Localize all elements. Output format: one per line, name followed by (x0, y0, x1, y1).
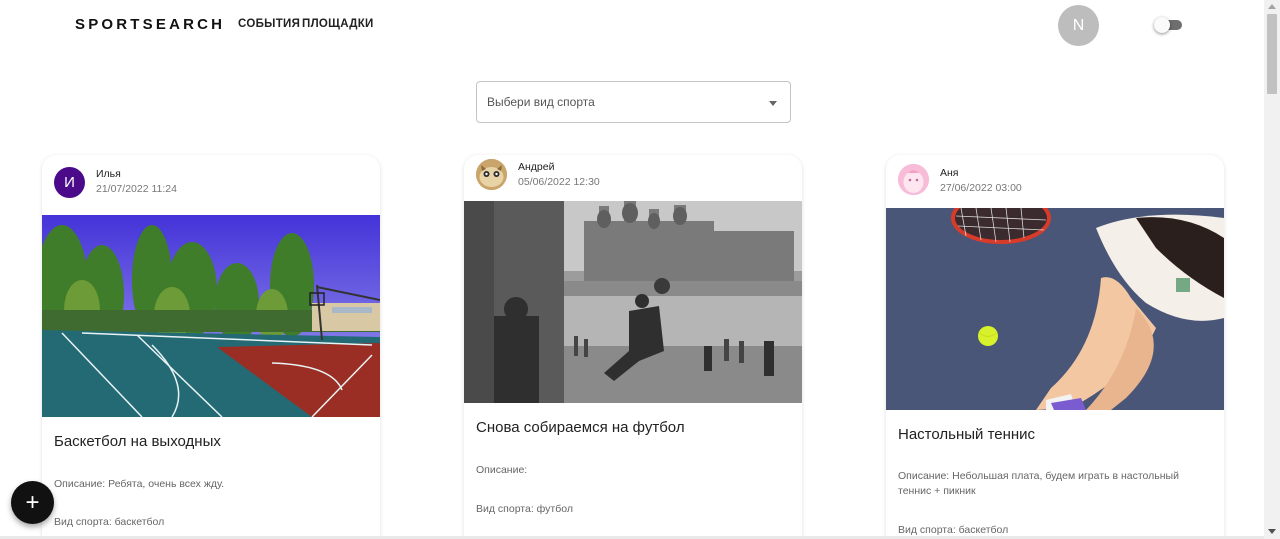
toggle-thumb (1154, 17, 1170, 33)
chevron-down-icon (769, 101, 777, 106)
scroll-down-icon[interactable] (1268, 529, 1276, 534)
event-sport-type: Вид спорта: баскетбол (898, 524, 1009, 536)
event-image (464, 201, 802, 403)
author-avatar: И (54, 167, 85, 198)
event-author: Илья (96, 168, 121, 180)
event-card[interactable]: Аня 27/06/2022 03:00 Настольный теннис О… (886, 155, 1224, 539)
event-card[interactable]: И Илья 21/07/2022 11:24 Баскетбол на вых… (42, 155, 380, 539)
event-sport-type: Вид спорта: футбол (476, 503, 573, 515)
event-title: Снова собираемся на футбол (476, 419, 685, 436)
event-date: 21/07/2022 11:24 (96, 183, 177, 195)
event-title: Баскетбол на выходных (54, 433, 221, 450)
event-title: Настольный теннис (898, 426, 1036, 443)
app-logo[interactable]: SPORTSEARCH (75, 16, 225, 33)
event-image (886, 208, 1224, 410)
sport-select-placeholder: Выбери вид спорта (487, 95, 595, 109)
author-avatar (476, 159, 507, 190)
user-avatar[interactable]: N (1058, 5, 1099, 46)
nav-venues-link[interactable]: ПЛОЩАДКИ (302, 18, 374, 30)
sport-type-select[interactable]: Выбери вид спорта (476, 81, 791, 123)
event-sport-type: Вид спорта: баскетбол (54, 516, 165, 528)
event-author: Андрей (518, 161, 555, 173)
event-date: 05/06/2022 12:30 (518, 176, 600, 188)
page-scrollbar[interactable] (1264, 0, 1280, 539)
event-image (42, 215, 380, 417)
event-description: Описание: (476, 464, 528, 476)
scrollbar-thumb[interactable] (1267, 14, 1277, 94)
add-event-button[interactable]: + (11, 481, 54, 524)
event-description: Описание: Ребята, очень всех жду. (54, 478, 225, 490)
theme-toggle[interactable] (1154, 17, 1184, 33)
plus-icon: + (25, 488, 40, 516)
author-avatar (898, 164, 929, 195)
event-card[interactable]: Андрей 05/06/2022 12:30 Снова собираемся… (464, 155, 802, 539)
scroll-up-icon[interactable] (1268, 4, 1276, 9)
event-description: Описание: Небольшая плата, будем играть … (898, 470, 1179, 497)
event-author: Аня (940, 167, 959, 179)
app-header: SPORTSEARCH СОБЫТИЯ ПЛОЩАДКИ N (0, 0, 1264, 50)
event-date: 27/06/2022 03:00 (940, 182, 1022, 194)
nav-events-link[interactable]: СОБЫТИЯ (238, 18, 300, 30)
